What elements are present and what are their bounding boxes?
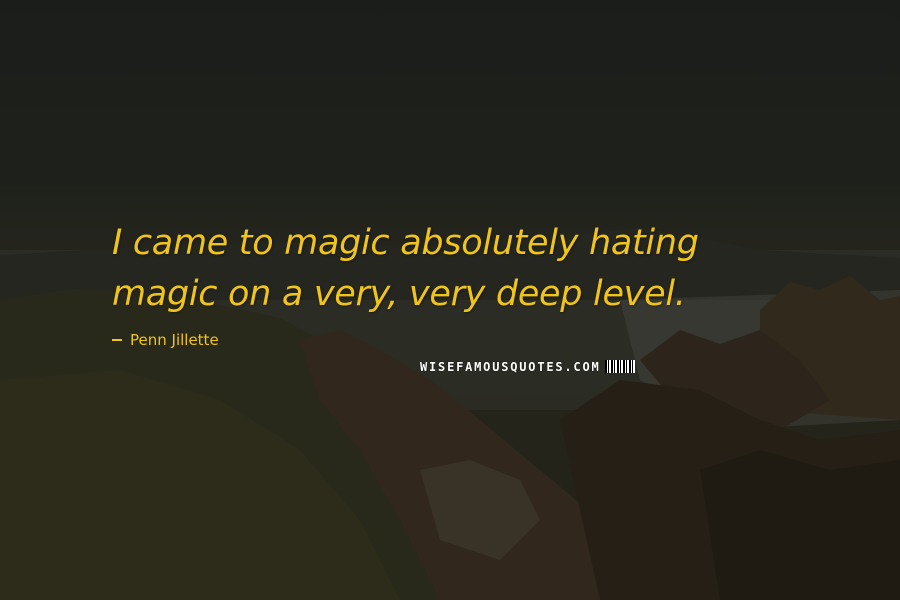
author-dash (112, 339, 122, 341)
brand-logo-text: WISEFAMOUSQUOTES.COM (420, 359, 601, 374)
quote-text: I came to magic absolutely hating magic … (112, 218, 852, 320)
barcode-icon (604, 360, 635, 373)
quote-line-1: I came to magic absolutely hating (112, 223, 699, 263)
author-name: Penn Jillette (130, 331, 219, 349)
brand-logo: WISEFAMOUSQUOTES.COM (420, 358, 635, 375)
quote-author: Penn Jillette (112, 331, 219, 349)
quote-card: I came to magic absolutely hating magic … (0, 0, 900, 600)
quote-line-2: magic on a very, very deep level. (112, 274, 686, 314)
